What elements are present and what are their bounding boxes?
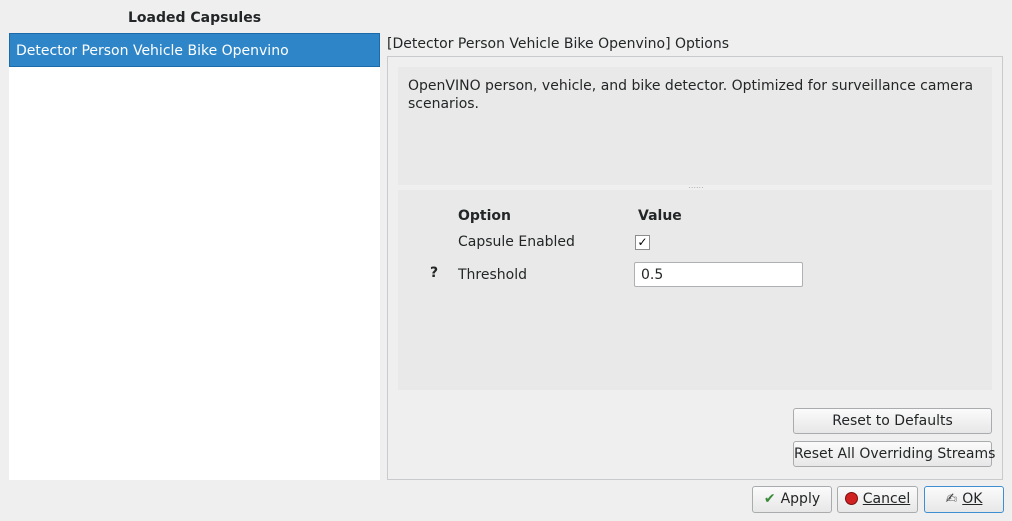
threshold-label: Threshold <box>458 267 527 283</box>
cancel-label: Cancel <box>862 491 911 507</box>
cancel-icon <box>844 492 858 505</box>
loaded-capsules-title: Loaded Capsules <box>127 10 262 26</box>
splitter-handle[interactable]: ...... <box>686 184 706 188</box>
options-title: [Detector Person Vehicle Bike Openvino] … <box>387 36 730 52</box>
cancel-button[interactable]: Cancel <box>837 486 918 513</box>
option-column-header: Option <box>458 208 511 224</box>
capsule-list[interactable]: Detector Person Vehicle Bike Openvino <box>9 33 380 480</box>
ok-label: OK <box>962 491 983 507</box>
apply-label: Apply <box>780 491 821 507</box>
threshold-input[interactable] <box>634 262 803 287</box>
ok-button[interactable]: ✍ OK <box>924 486 1004 513</box>
reset-to-defaults-button[interactable]: Reset to Defaults <box>793 408 992 434</box>
checkmark-icon: ✔ <box>763 491 776 507</box>
ok-icon: ✍ <box>945 491 958 507</box>
capsule-enabled-label: Capsule Enabled <box>458 234 575 250</box>
capsule-description: OpenVINO person, vehicle, and bike detec… <box>398 67 992 185</box>
capsule-enabled-checkbox[interactable]: ✓ <box>635 235 650 250</box>
apply-button[interactable]: ✔ Apply <box>752 486 832 513</box>
checkmark-icon: ✓ <box>637 235 648 249</box>
options-table: Option Value Capsule Enabled ✓ ? Thresho… <box>398 190 992 390</box>
capsule-list-item[interactable]: Detector Person Vehicle Bike Openvino <box>9 33 380 67</box>
help-icon[interactable]: ? <box>430 265 438 281</box>
reset-all-overriding-streams-button[interactable]: Reset All Overriding Streams <box>793 441 995 467</box>
options-frame: OpenVINO person, vehicle, and bike detec… <box>387 56 1003 480</box>
value-column-header: Value <box>638 208 682 224</box>
